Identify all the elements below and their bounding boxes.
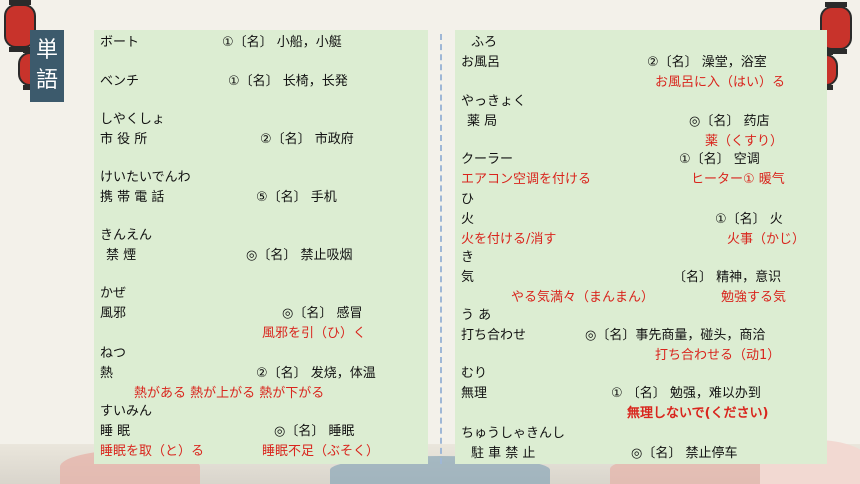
vocab-word: お風呂 (461, 55, 501, 70)
vocab-meaning: ◎〔名〕 感冒 (282, 306, 363, 321)
vocab-reading: き (461, 250, 475, 265)
example-phrase: 風邪を引（ひ）く (262, 326, 367, 341)
vocab-word: ボート (100, 35, 140, 50)
vocab-meaning: ①〔名〕 火 (715, 212, 783, 227)
vocab-meaning: ① 〔名〕 勉强，难以办到 (611, 386, 761, 401)
example-phrase: 睡眠を取（と）る (100, 444, 205, 459)
vocab-entry: ねつ 熱 ②〔名〕 发烧，体温 熱がある 熱が上がる 熱が下がる (94, 344, 428, 404)
vocab-word: 薬 局 (467, 114, 498, 129)
vocab-reading: すいみん (100, 404, 153, 419)
example-phrase: 無理しないで(ください) (627, 406, 769, 421)
example-phrase: 勉強する気 (721, 290, 787, 305)
example-phrase: 睡眠不足（ぶそく） (262, 444, 380, 459)
example-phrase: お風呂に入（はい）る (655, 75, 786, 90)
vocab-entry: かぜ 風邪 ◎〔名〕 感冒 風邪を引（ひ）く (94, 284, 428, 344)
vocab-word: クーラー (461, 152, 514, 167)
vocab-entry: ふろ お風呂 ②〔名〕 澡堂，浴室 お風呂に入（はい）る (455, 33, 827, 93)
vocab-entry: けいたいでんわ 携 帯 電 話 ⑤〔名〕 手机 (94, 168, 428, 208)
vocab-word: 携 帯 電 話 (100, 190, 165, 205)
example-phrase: 薬（くすり） (705, 134, 784, 149)
vocab-reading: かぜ (100, 286, 127, 301)
vocab-reading: やっきょく (461, 94, 527, 109)
vocab-reading: けいたいでんわ (100, 170, 191, 185)
vocab-entry: き 気 〔名〕 精神，意识 やる気満々（まんまん） 勉強する気 (455, 248, 827, 308)
vocab-entry: う あ 打ち合わせ ◎〔名〕事先商量，碰头，商洽 打ち合わせる（动1） (455, 306, 827, 366)
vocab-entry: ひ 火 ①〔名〕 火 火を付ける/消す 火事（かじ） (455, 190, 827, 250)
vocab-word: 無理 (461, 386, 488, 401)
example-phrase: 火を付ける/消す (461, 232, 557, 247)
vocab-meaning: ②〔名〕 发烧，体温 (256, 366, 376, 381)
title-char: 語 (35, 68, 58, 93)
vocab-meaning: ⑤〔名〕 手机 (256, 190, 337, 205)
column-divider (440, 34, 442, 464)
vocab-entry: クーラー ①〔名〕 空调 エアコン空调を付ける ヒーター① 暖气 (455, 150, 827, 190)
vocab-reading: う あ (461, 308, 492, 323)
vocab-word: 気 (461, 270, 475, 285)
vocab-reading: ねつ (100, 346, 127, 361)
vocab-entry: しやくしょ 市 役 所 ②〔名〕 市政府 (94, 110, 428, 150)
vocab-word: 睡 眠 (100, 424, 131, 439)
vocab-reading: きんえん (100, 228, 153, 243)
vocab-meaning: ◎〔名〕 药店 (689, 114, 770, 129)
vocab-entry: ベンチ ①〔名〕 长椅，长発 (94, 72, 428, 92)
vocab-reading: しやくしょ (100, 112, 165, 127)
vocab-meaning: ◎〔名〕 禁止吸烟 (246, 248, 353, 263)
vocab-meaning: ◎〔名〕 禁止停车 (631, 446, 738, 461)
vocab-reading: ちゅうしゃきんし (461, 426, 566, 441)
vocab-panel-right: ふろ お風呂 ②〔名〕 澡堂，浴室 お風呂に入（はい）る やっきょく 薬 局 ◎… (455, 30, 827, 464)
example-phrase: ヒーター① 暖气 (691, 172, 785, 187)
vocab-reading: むり (461, 366, 488, 381)
vocab-word: ベンチ (100, 74, 140, 89)
vocab-word: 風邪 (100, 306, 127, 321)
vocab-panel-left: ボート ①〔名〕 小船，小艇 ベンチ ①〔名〕 长椅，长発 しやくしょ 市 役 … (94, 30, 428, 464)
example-phrase: 打ち合わせる（动1） (655, 348, 781, 363)
vocab-word: 禁 煙 (106, 248, 137, 263)
vocab-entry: ちゅうしゃきんし 駐 車 禁 止 ◎〔名〕 禁止停车 (455, 424, 827, 464)
vocab-entry: きんえん 禁 煙 ◎〔名〕 禁止吸烟 (94, 226, 428, 266)
vocab-word: 熱 (100, 366, 114, 381)
section-title: 単 語 (30, 30, 64, 102)
vocab-meaning: ②〔名〕 澡堂，浴室 (647, 55, 767, 70)
vocab-reading: ふろ (471, 35, 498, 50)
vocab-word: 火 (461, 212, 475, 227)
vocab-meaning: ◎〔名〕事先商量，碰头，商洽 (585, 328, 766, 343)
vocab-meaning: ①〔名〕 长椅，长発 (228, 74, 348, 89)
vocab-meaning: ①〔名〕 小船，小艇 (222, 35, 342, 50)
vocab-word: 打ち合わせ (461, 328, 527, 343)
vocab-meaning: ①〔名〕 空调 (679, 152, 760, 167)
title-char: 単 (35, 38, 58, 63)
example-phrase: 熱がある 熱が上がる 熱が下がる (134, 386, 325, 401)
vocab-entry: すいみん 睡 眠 ◎〔名〕 睡眠 睡眠を取（と）る 睡眠不足（ぶそく） (94, 402, 428, 462)
vocab-word: 駐 車 禁 止 (471, 446, 536, 461)
vocab-meaning: ◎〔名〕 睡眠 (274, 424, 355, 439)
example-phrase: 火事（かじ） (727, 232, 806, 247)
vocab-word: 市 役 所 (100, 132, 148, 147)
vocab-reading: ひ (461, 192, 475, 207)
vocab-entry: むり 無理 ① 〔名〕 勉强，难以办到 無理しないで(ください) (455, 364, 827, 424)
vocab-meaning: 〔名〕 精神，意识 (673, 270, 782, 285)
example-phrase: エアコン空调を付ける (461, 172, 592, 187)
vocab-meaning: ②〔名〕 市政府 (260, 132, 354, 147)
vocab-entry: ボート ①〔名〕 小船，小艇 (94, 33, 428, 53)
vocab-entry: やっきょく 薬 局 ◎〔名〕 药店 薬（くすり） (455, 92, 827, 152)
example-phrase: やる気満々（まんまん） (511, 290, 655, 305)
